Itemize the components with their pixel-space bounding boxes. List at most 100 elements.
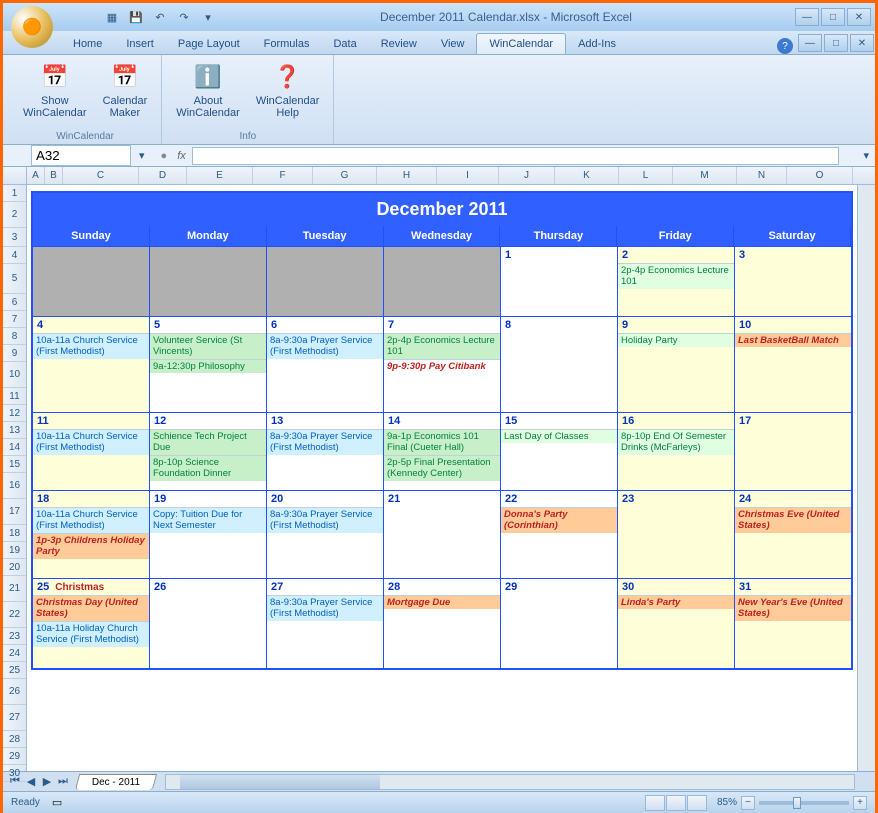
zoom-in-button[interactable]: + (853, 796, 867, 810)
col-header-C[interactable]: C (63, 167, 139, 184)
calendar-event[interactable]: 10a-11a Church Service (First Methodist) (33, 429, 149, 455)
calendar-event[interactable]: Last Day of Classes (501, 429, 617, 443)
undo-icon[interactable]: ↶ (151, 8, 169, 26)
col-header-L[interactable]: L (619, 167, 673, 184)
calendar-event[interactable]: Christmas Day (United States) (33, 595, 149, 621)
row-header-3[interactable]: 3 (3, 228, 26, 247)
tab-home[interactable]: Home (61, 34, 114, 54)
calendar-cell[interactable]: 149a-1p Economics 101 Final (Cueter Hall… (384, 413, 501, 490)
calendar-cell[interactable]: 29 (501, 579, 618, 668)
col-header-H[interactable]: H (377, 167, 437, 184)
row-header-17[interactable]: 17 (3, 499, 26, 525)
row-header-10[interactable]: 10 (3, 362, 26, 388)
calendar-cell[interactable]: 25Christmas Christmas Day (United States… (33, 579, 150, 668)
tab-view[interactable]: View (429, 34, 477, 54)
col-header-N[interactable]: N (737, 167, 787, 184)
workbook-close[interactable]: ✕ (850, 34, 874, 52)
calendar-event[interactable]: 8a-9:30a Prayer Service (First Methodist… (267, 595, 383, 621)
row-header-13[interactable]: 13 (3, 422, 26, 439)
horizontal-scrollbar[interactable] (165, 774, 855, 790)
row-header-11[interactable]: 11 (3, 388, 26, 405)
row-header-23[interactable]: 23 (3, 628, 26, 645)
row-header-20[interactable]: 20 (3, 559, 26, 576)
col-header-M[interactable]: M (673, 167, 737, 184)
calendar-event[interactable]: Last BasketBall Match (735, 333, 851, 347)
calendar-cell[interactable]: 26 (150, 579, 267, 668)
calendar-cell[interactable]: 22p-4p Economics Lecture 101 (618, 247, 735, 316)
workbook-minimize[interactable]: — (798, 34, 822, 52)
tab-page-layout[interactable]: Page Layout (166, 34, 252, 54)
row-header-24[interactable]: 24 (3, 645, 26, 662)
excel-icon[interactable]: ▦ (103, 8, 121, 26)
calendar-event[interactable]: 10a-11a Holiday Church Service (First Me… (33, 621, 149, 647)
row-header-14[interactable]: 14 (3, 439, 26, 456)
calendar-event[interactable]: 9a-1p Economics 101 Final (Cueter Hall) (384, 429, 500, 455)
help-icon[interactable]: ? (777, 38, 793, 54)
calendar-cell[interactable]: 28Mortgage Due (384, 579, 501, 668)
row-header-29[interactable]: 29 (3, 748, 26, 765)
namebox-dropdown-icon[interactable]: ▾ (139, 149, 145, 162)
calendar-event[interactable]: Donna's Party (Corinthian) (501, 507, 617, 533)
name-box[interactable] (31, 145, 131, 166)
sheet-prev-icon[interactable]: ◀ (23, 775, 39, 788)
calendar-cell[interactable]: 15Last Day of Classes (501, 413, 618, 490)
calendar-cell[interactable]: 19Copy: Tuition Due for Next Semester (150, 491, 267, 578)
calendar-event[interactable]: 2p-5p Final Presentation (Kennedy Center… (384, 455, 500, 481)
ribbon-btn-calendar-maker[interactable]: 📅Calendar Maker (97, 59, 154, 129)
calendar-event[interactable]: Holiday Party (618, 333, 734, 347)
calendar-cell[interactable]: 1 (501, 247, 618, 316)
calendar-event[interactable]: Schience Tech Project Due (150, 429, 266, 455)
row-header-18[interactable]: 18 (3, 525, 26, 542)
calendar-event[interactable]: 2p-4p Economics Lecture 101 (384, 333, 500, 359)
ribbon-btn-about-wincalendar[interactable]: ℹ️About WinCalendar (170, 59, 246, 129)
calendar-event[interactable]: 8a-9:30a Prayer Service (First Methodist… (267, 429, 383, 455)
calendar-event[interactable]: Volunteer Service (St Vincents) (150, 333, 266, 359)
calendar-cell[interactable]: 1110a-11a Church Service (First Methodis… (33, 413, 150, 490)
tab-formulas[interactable]: Formulas (252, 34, 322, 54)
tab-wincalendar[interactable]: WinCalendar (476, 33, 566, 54)
formula-input[interactable] (192, 147, 840, 165)
zoom-out-button[interactable]: − (741, 796, 755, 810)
col-header-A[interactable]: A (27, 167, 45, 184)
calendar-cell[interactable] (33, 247, 150, 316)
calendar-cell[interactable]: 10Last BasketBall Match (735, 317, 851, 412)
calendar-event[interactable]: Copy: Tuition Due for Next Semester (150, 507, 266, 533)
calendar-cell[interactable]: 68a-9:30a Prayer Service (First Methodis… (267, 317, 384, 412)
col-header-K[interactable]: K (555, 167, 619, 184)
workbook-restore[interactable]: □ (824, 34, 848, 52)
select-all-corner[interactable] (3, 167, 27, 184)
calendar-cell[interactable]: 23 (618, 491, 735, 578)
tab-add-ins[interactable]: Add-Ins (566, 34, 628, 54)
calendar-cell[interactable]: 31 New Year's Eve (United States) (735, 579, 851, 668)
minimize-button[interactable]: — (795, 8, 819, 26)
calendar-event[interactable]: 8p-10p Science Foundation Dinner (150, 455, 266, 481)
calendar-event[interactable]: 2p-4p Economics Lecture 101 (618, 263, 734, 289)
row-header-6[interactable]: 6 (3, 294, 26, 311)
calendar-event[interactable]: Christmas Eve (United States) (735, 507, 851, 533)
sheet-next-icon[interactable]: ▶ (39, 775, 55, 788)
row-header-25[interactable]: 25 (3, 662, 26, 679)
calendar-cell[interactable] (150, 247, 267, 316)
calendar-cell[interactable]: 30Linda's Party (618, 579, 735, 668)
calendar-cell[interactable]: 12 Schience Tech Project Due8p-10p Scien… (150, 413, 267, 490)
calendar-cell[interactable]: 278a-9:30a Prayer Service (First Methodi… (267, 579, 384, 668)
calendar-event[interactable]: 8a-9:30a Prayer Service (First Methodist… (267, 507, 383, 533)
row-header-7[interactable]: 7 (3, 311, 26, 328)
calendar-cell[interactable]: 22 Donna's Party (Corinthian) (501, 491, 618, 578)
calendar-cell[interactable]: 5Volunteer Service (St Vincents)9a-12:30… (150, 317, 267, 412)
row-header-21[interactable]: 21 (3, 576, 26, 602)
normal-view-button[interactable] (645, 795, 665, 811)
row-header-9[interactable]: 9 (3, 345, 26, 362)
row-header-27[interactable]: 27 (3, 705, 26, 731)
ribbon-btn-wincalendar-help[interactable]: ❓WinCalendar Help (250, 59, 326, 129)
sheet-first-icon[interactable]: ⏮ (7, 775, 23, 788)
col-header-O[interactable]: O (787, 167, 853, 184)
calendar-cell[interactable]: 21 (384, 491, 501, 578)
calendar-event[interactable]: Linda's Party (618, 595, 734, 609)
row-header-16[interactable]: 16 (3, 473, 26, 499)
vertical-scrollbar[interactable] (857, 185, 875, 771)
calendar-event[interactable]: 10a-11a Church Service (First Methodist) (33, 333, 149, 359)
col-header-J[interactable]: J (499, 167, 555, 184)
sheet-tab-dec2011[interactable]: Dec - 2011 (75, 774, 157, 790)
calendar-event[interactable]: 9a-12:30p Philosophy (150, 359, 266, 373)
